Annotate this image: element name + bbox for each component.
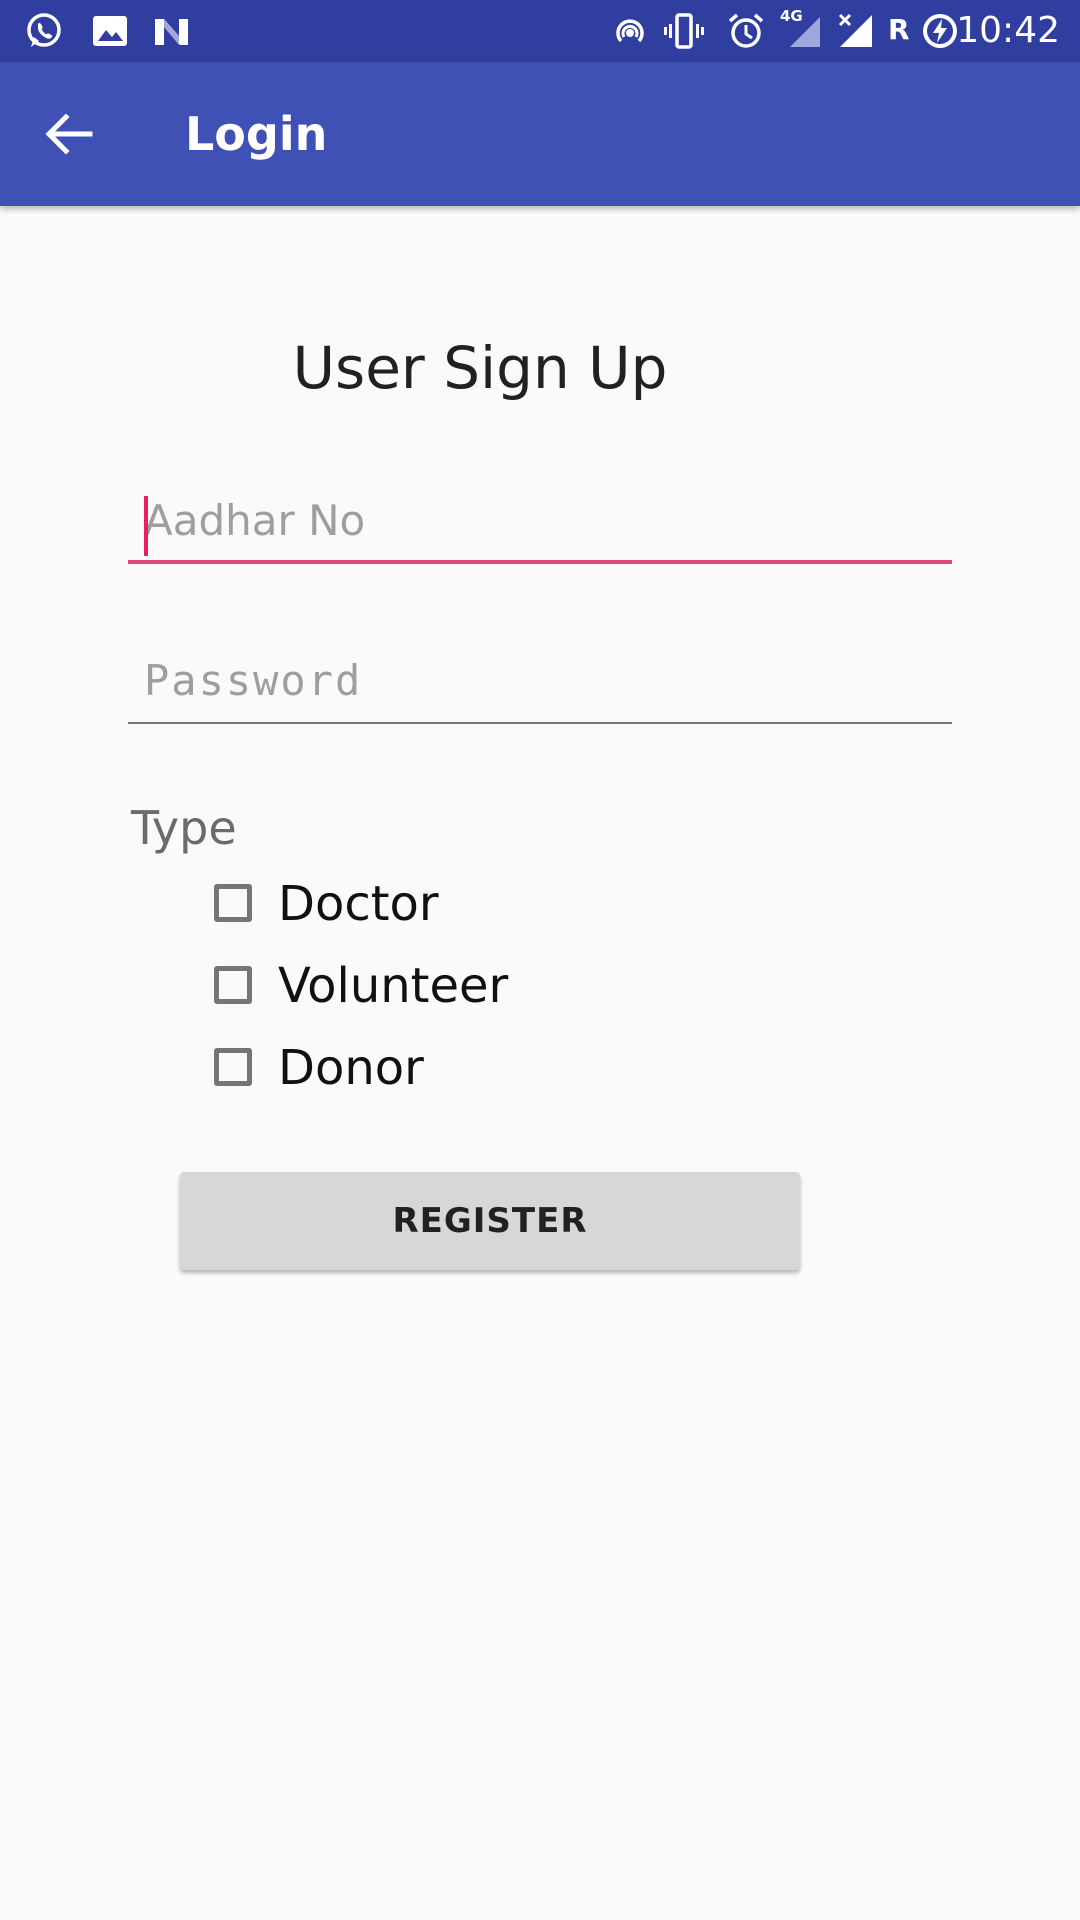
type-label: Type xyxy=(131,801,237,855)
text-cursor xyxy=(144,496,148,556)
aadhar-input[interactable] xyxy=(128,484,952,556)
alarm-icon xyxy=(728,13,764,48)
password-field[interactable] xyxy=(128,644,952,724)
password-input[interactable] xyxy=(128,644,952,716)
checkbox-label: Volunteer xyxy=(278,958,509,1014)
roaming-icon: R xyxy=(888,13,910,46)
page-title: User Sign Up xyxy=(292,334,668,402)
gallery-icon xyxy=(93,16,127,46)
signal-no-sim-icon xyxy=(838,13,872,47)
signal-4g-icon: 4G xyxy=(780,7,828,51)
vibrate-icon xyxy=(664,13,704,49)
checkbox-donor[interactable]: Donor xyxy=(212,1038,712,1104)
status-bar: 4G R 10:42 xyxy=(0,0,1080,62)
checkbox-label: Donor xyxy=(278,1040,424,1096)
register-button[interactable]: REGISTER xyxy=(180,1172,800,1270)
battery-charging-icon xyxy=(923,14,957,48)
hotspot-icon xyxy=(616,19,644,43)
register-button-label: REGISTER xyxy=(392,1201,588,1241)
checkbox-box-icon[interactable] xyxy=(214,1048,252,1086)
whatsapp-icon xyxy=(27,13,61,47)
app-bar: Login xyxy=(0,62,1080,206)
status-time: 10:42 xyxy=(956,10,1060,51)
checkbox-doctor[interactable]: Doctor xyxy=(212,874,712,940)
checkbox-volunteer[interactable]: Volunteer xyxy=(212,956,712,1022)
n-logo-icon xyxy=(155,19,188,45)
checkbox-label: Doctor xyxy=(278,876,439,932)
aadhar-underline xyxy=(128,560,952,564)
arrow-back-icon[interactable] xyxy=(36,102,100,166)
app-bar-title: Login xyxy=(185,107,328,161)
password-underline xyxy=(128,722,952,724)
checkbox-box-icon[interactable] xyxy=(214,884,252,922)
aadhar-field[interactable] xyxy=(128,484,952,564)
network-label: 4G xyxy=(780,7,803,25)
checkbox-box-icon[interactable] xyxy=(214,966,252,1004)
